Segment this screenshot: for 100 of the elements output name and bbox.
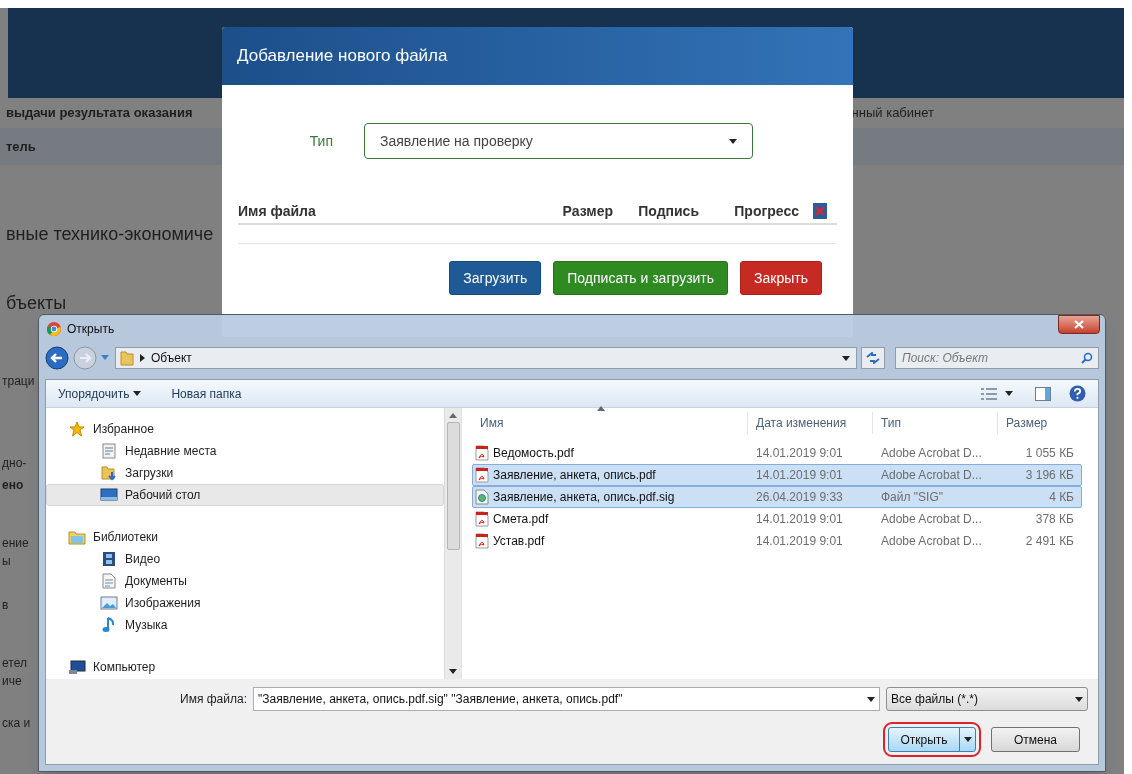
nav-item[interactable]: Изображения	[46, 592, 444, 614]
address-bar[interactable]: Объект	[115, 347, 857, 369]
monitor-icon	[99, 488, 119, 502]
breadcrumb-arrow-icon	[140, 354, 145, 362]
back-button[interactable]	[45, 346, 69, 370]
scroll-up-icon[interactable]	[449, 413, 457, 418]
file-type: Adobe Acrobat D...	[880, 533, 983, 550]
nav-item[interactable]: Музыка	[46, 614, 444, 636]
caret-icon	[959, 728, 975, 751]
pdf-file-icon	[475, 533, 489, 549]
column-header: Размер	[561, 201, 613, 221]
page-text: дно-	[2, 455, 27, 472]
page-text: выдачи результата оказания	[5, 104, 193, 123]
page-text: ение	[2, 535, 29, 552]
nav-item[interactable]: Загрузки	[46, 462, 444, 484]
nav-item[interactable]: Библиотеки	[46, 526, 444, 548]
sort-arrow-icon	[597, 406, 605, 411]
nav-item[interactable]: Рабочий стол	[46, 484, 444, 506]
nav-item[interactable]: Недавние места	[46, 440, 444, 462]
file-name: Устав.pdf	[493, 533, 545, 550]
upload-button[interactable]: Загрузить	[449, 261, 542, 295]
caret-icon[interactable]	[867, 696, 875, 702]
refresh-button[interactable]	[861, 347, 885, 369]
refresh-icon	[866, 352, 880, 364]
computer-icon	[67, 660, 87, 674]
nav-item[interactable]: Видео	[46, 548, 444, 570]
file-name: Заявление, анкета, опись.pdf	[493, 467, 656, 484]
pdf-file-icon	[475, 445, 489, 461]
star-icon	[67, 421, 87, 437]
file-name: Заявление, анкета, опись.pdf.sig	[493, 489, 675, 506]
preview-pane-icon[interactable]	[1035, 386, 1051, 401]
file-icon	[475, 489, 489, 505]
nav-item[interactable]: Избранное	[46, 418, 444, 440]
open-button[interactable]: Открыть	[888, 727, 976, 752]
cancel-button[interactable]: Отмена	[991, 727, 1080, 752]
file-row[interactable]: Заявление, анкета, опись.pdf.sig 26.04.2019 9:33 Файл "SIG" 4 КБ	[472, 486, 1082, 508]
view-options-icon[interactable]	[981, 387, 997, 400]
file-type-select[interactable]: Все файлы (*.*)	[886, 687, 1088, 711]
file-row[interactable]: Смета.pdf 14.01.2019 9:01 Adobe Acrobat D... 378 КБ	[472, 508, 1082, 530]
type-label: Тип	[308, 131, 334, 151]
caret-icon	[133, 391, 142, 396]
filename-label: Имя файла:	[180, 691, 247, 708]
scroll-down-icon[interactable]	[449, 669, 457, 674]
file-date: 26.04.2019 9:33	[755, 489, 844, 506]
browser-logo-icon	[47, 322, 61, 336]
caret-icon[interactable]	[842, 355, 850, 361]
column-header[interactable]: Дата изменения	[747, 412, 872, 434]
modal-title: Добавление нового файла	[237, 45, 448, 68]
file-type: Adobe Acrobat D...	[880, 511, 983, 528]
document-icon	[99, 573, 119, 589]
pdf-file-icon	[475, 511, 489, 527]
column-header: Прогресс	[733, 201, 799, 221]
column-header[interactable]: Имя	[472, 412, 747, 434]
close-button[interactable]	[1058, 315, 1100, 334]
organize-menu[interactable]: Упорядочить	[58, 384, 130, 403]
column-header: Подпись	[637, 201, 699, 221]
page-text: етел	[2, 655, 27, 672]
page-text: ска и	[2, 715, 31, 732]
help-icon[interactable]	[1069, 385, 1086, 402]
file-date: 14.01.2019 9:01	[755, 445, 844, 462]
history-dropdown-icon[interactable]	[101, 355, 109, 361]
file-row[interactable]: Устав.pdf 14.01.2019 9:01 Adobe Acrobat D... 2 491 КБ	[472, 530, 1082, 552]
close-icon	[1074, 320, 1084, 329]
column-header[interactable]: Тип	[872, 412, 997, 434]
section-heading: бъекты	[5, 292, 68, 315]
breadcrumb-item[interactable]: Объект	[151, 349, 192, 367]
caret-icon[interactable]	[1005, 391, 1013, 396]
file-size: 2 491 КБ	[1024, 533, 1075, 550]
page-text: в	[2, 597, 9, 614]
new-folder-button[interactable]: Новая папка	[171, 384, 242, 403]
file-size: 1 055 КБ	[1024, 445, 1075, 462]
filename-field[interactable]: "Заявление, анкета, опись.pdf.sig" "Заявление, анкета, опись.pdf"	[253, 687, 880, 711]
file-size: 4 КБ	[1048, 489, 1075, 506]
page-text: ы	[2, 553, 11, 570]
file-type: Adobe Acrobat D...	[880, 445, 983, 462]
file-size: 378 КБ	[1034, 511, 1075, 528]
file-date: 14.01.2019 9:01	[755, 533, 844, 550]
file-name: Смета.pdf	[493, 511, 549, 528]
picture-icon	[99, 596, 119, 610]
search-field[interactable]: Поиск: Объект	[895, 347, 1099, 369]
nav-item[interactable]: Документы	[46, 570, 444, 592]
file-row[interactable]: Ведомость.pdf 14.01.2019 9:01 Adobe Acrobat D... 1 055 КБ	[472, 442, 1082, 464]
caret-icon	[729, 138, 737, 144]
file-type: Файл "SIG"	[880, 489, 945, 506]
section-heading: вные технико-экономиче	[5, 223, 215, 246]
close-modal-button[interactable]: Закрыть	[740, 261, 822, 295]
document-list-icon	[99, 443, 119, 459]
type-select[interactable]: Заявление на проверку	[364, 123, 753, 159]
page-text: траци	[2, 373, 35, 390]
page-text: иче	[2, 673, 22, 690]
sign-upload-button[interactable]: Подписать и загрузить	[553, 261, 729, 295]
folder-icon	[67, 529, 87, 545]
file-row[interactable]: Заявление, анкета, опись.pdf 14.01.2019 9:01 Adobe Acrobat D... 3 196 КБ	[472, 464, 1082, 486]
scrollbar[interactable]	[444, 408, 461, 679]
nav-item[interactable]: Компьютер	[46, 656, 444, 678]
column-header[interactable]: Размер	[997, 412, 1077, 434]
file-size: 3 196 КБ	[1024, 467, 1075, 484]
file-name: Ведомость.pdf	[493, 445, 574, 462]
pdf-file-icon	[475, 467, 489, 483]
file-date: 14.01.2019 9:01	[755, 511, 844, 528]
